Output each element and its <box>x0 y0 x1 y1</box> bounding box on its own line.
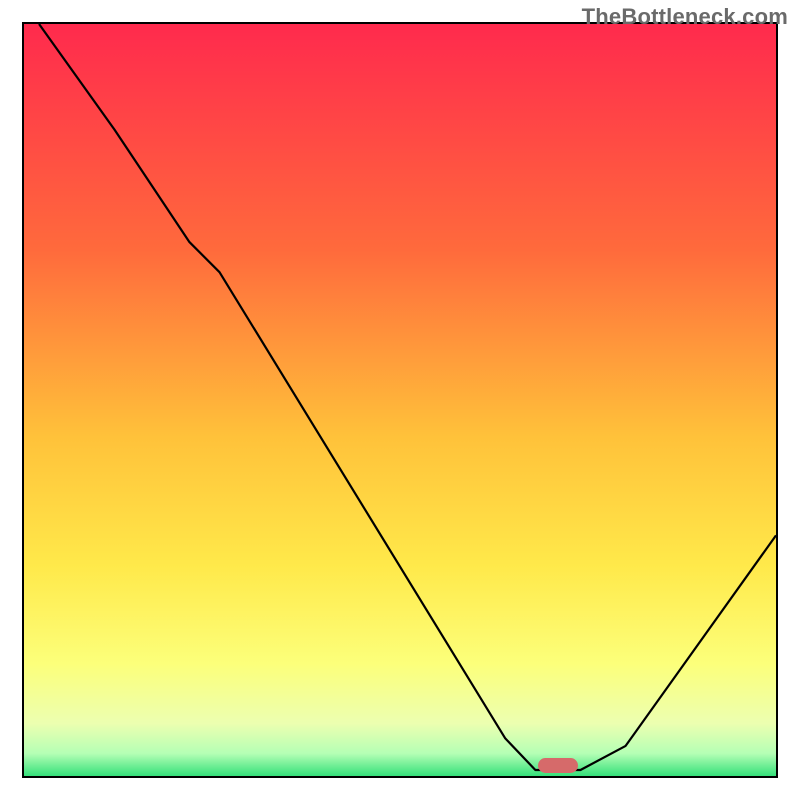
chart-frame <box>22 22 778 778</box>
watermark-text: TheBottleneck.com <box>582 4 788 30</box>
